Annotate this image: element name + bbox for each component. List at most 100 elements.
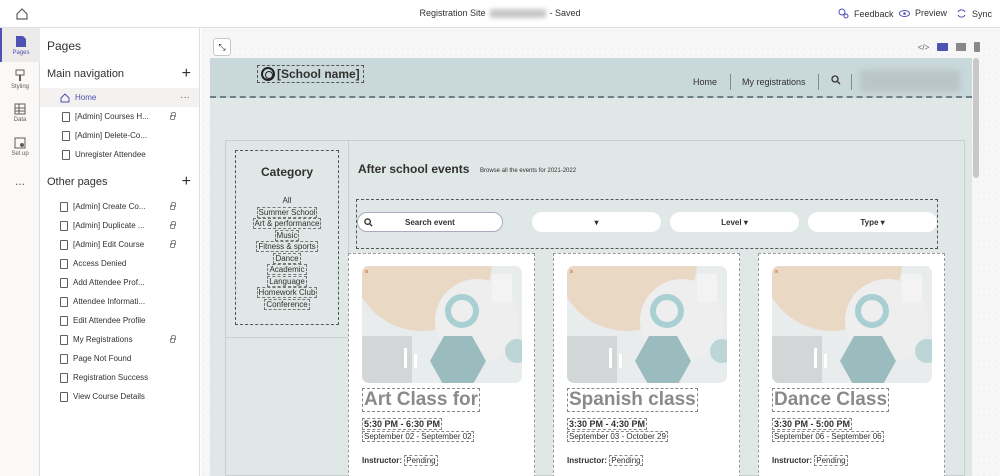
category-item[interactable]: Summer School	[256, 206, 318, 218]
category-item[interactable]: Music	[274, 229, 300, 241]
school-logo[interactable]: [School name]	[257, 65, 364, 83]
scrollbar[interactable]	[973, 58, 979, 178]
category-item[interactable]: Language	[267, 275, 307, 287]
lock-icon	[170, 240, 176, 248]
event-instructor: Instructor: Pending	[772, 455, 848, 466]
design-canvas: ⤡ </> [School name] Home My registration…	[201, 28, 1000, 476]
event-image	[772, 266, 932, 383]
page-icon	[60, 391, 68, 402]
left-rail: Pages Styling Data Set up ...	[0, 28, 40, 476]
page-icon	[60, 239, 68, 250]
category-item[interactable]: All	[282, 196, 293, 205]
rail-setup[interactable]: Set up	[0, 130, 40, 164]
page-icon	[62, 130, 70, 141]
more-icon[interactable]: ···	[180, 92, 190, 103]
page-icon	[16, 35, 26, 47]
category-item[interactable]: Conference	[264, 298, 310, 310]
page-item[interactable]: [Admin] Edit Course	[40, 235, 199, 254]
search-icon	[364, 217, 373, 227]
page-item[interactable]: Attendee Informati...	[40, 292, 199, 311]
feedback-icon	[838, 8, 849, 19]
nav-my-registrations[interactable]: My registrations	[742, 77, 806, 87]
phone-icon[interactable]	[974, 42, 981, 52]
category-item[interactable]: Academic	[267, 264, 307, 275]
feedback-button[interactable]: Feedback	[838, 8, 894, 19]
page-item[interactable]: Access Denied	[40, 254, 199, 273]
eye-icon	[899, 9, 910, 17]
search-icon[interactable]	[831, 75, 841, 85]
page-item[interactable]: Unregister Attendee	[40, 145, 199, 164]
page-item[interactable]: [Admin] Duplicate ...	[40, 216, 199, 235]
sync-icon	[957, 9, 966, 18]
main-nav-section: Main navigation +	[47, 65, 191, 82]
page-icon	[60, 372, 68, 383]
site-header: [School name] Home My registrations	[210, 58, 972, 98]
home-icon	[60, 92, 70, 102]
event-time: 5:30 PM - 6:30 PM	[362, 418, 443, 430]
collapse-icon[interactable]: ⤡	[213, 38, 231, 56]
level-dropdown[interactable]: Level ▾	[670, 212, 799, 232]
category-item[interactable]: Dance	[273, 252, 301, 264]
desktop-icon[interactable]	[937, 43, 949, 51]
page-item-home[interactable]: Home ···	[40, 88, 199, 107]
event-date: September 03 - October 29	[567, 431, 668, 442]
pages-panel: Pages Main navigation + Home ··· [Admin] C…	[40, 28, 200, 476]
category-dropdown[interactable]: ▾	[532, 212, 661, 232]
category-filter: Category All Summer School Art & perform…	[235, 150, 339, 325]
event-card[interactable]: Spanish class 3:30 PM - 4:30 PM Septembe…	[553, 253, 740, 476]
rail-styling[interactable]: Styling	[0, 62, 40, 96]
code-icon[interactable]: </>	[918, 43, 930, 52]
preview-button[interactable]: Preview	[899, 8, 947, 18]
add-icon[interactable]: +	[182, 66, 191, 82]
event-card[interactable]: Art Class for 5:30 PM - 6:30 PM Septembe…	[348, 253, 535, 476]
user-profile[interactable]	[860, 70, 960, 92]
event-title: Dance Class	[772, 388, 890, 412]
page-item[interactable]: [Admin] Courses H...	[40, 107, 199, 126]
page-icon	[60, 315, 68, 326]
lock-icon	[170, 202, 176, 210]
page-item[interactable]: My Registrations	[40, 330, 199, 349]
rail-data[interactable]: Data	[0, 96, 40, 130]
page-item[interactable]: [Admin] Create Co...	[40, 197, 199, 216]
page-item[interactable]: View Course Details	[40, 387, 199, 406]
page-icon	[62, 149, 70, 160]
logo-icon	[261, 67, 275, 81]
brush-icon	[15, 69, 25, 81]
more-icon: ...	[14, 174, 25, 188]
type-dropdown[interactable]: Type ▾	[808, 212, 937, 232]
category-title: Category	[260, 165, 313, 179]
search-input[interactable]: Search event	[357, 212, 503, 232]
events-subtitle: Browse all the events for 2021-2022	[480, 168, 577, 174]
main-section: Category All Summer School Art & perform…	[225, 140, 965, 476]
event-image	[567, 266, 727, 383]
nav-home[interactable]: Home	[693, 77, 717, 87]
page-icon	[60, 258, 68, 269]
page-item[interactable]: Page Not Found	[40, 349, 199, 368]
setup-icon	[14, 137, 26, 149]
event-time: 3:30 PM - 5:00 PM	[772, 418, 853, 430]
event-card[interactable]: Dance Class 3:30 PM - 5:00 PM September …	[758, 253, 945, 476]
page-icon	[60, 353, 68, 364]
rail-more[interactable]: ...	[0, 164, 40, 198]
page-icon	[60, 201, 68, 212]
tablet-icon[interactable]	[956, 43, 967, 51]
page-item[interactable]: Registration Success	[40, 368, 199, 387]
add-icon[interactable]: +	[182, 174, 191, 190]
page-item[interactable]: Edit Attendee Profile	[40, 311, 199, 330]
event-image	[362, 266, 522, 383]
page-item[interactable]: [Admin] Delete-Co...	[40, 126, 199, 145]
category-item[interactable]: Fitness & sports	[256, 241, 318, 252]
rail-pages[interactable]: Pages	[0, 28, 40, 62]
top-bar: Registration Site - Saved Feedback Previe…	[0, 0, 1000, 28]
sync-button[interactable]: Sync	[956, 8, 992, 19]
event-instructor: Instructor: Pending	[567, 455, 643, 466]
category-item[interactable]: Homework Club	[256, 287, 318, 298]
table-icon	[14, 103, 26, 115]
page-icon	[60, 334, 68, 345]
category-item[interactable]: Art & performance	[252, 218, 322, 229]
page-item[interactable]: Add Attendee Prof...	[40, 273, 199, 292]
event-date: September 02 - September 02	[362, 431, 474, 442]
event-date: September 06 - September 06	[772, 431, 884, 442]
lock-icon	[170, 221, 176, 229]
device-toggle: </>	[904, 38, 994, 56]
